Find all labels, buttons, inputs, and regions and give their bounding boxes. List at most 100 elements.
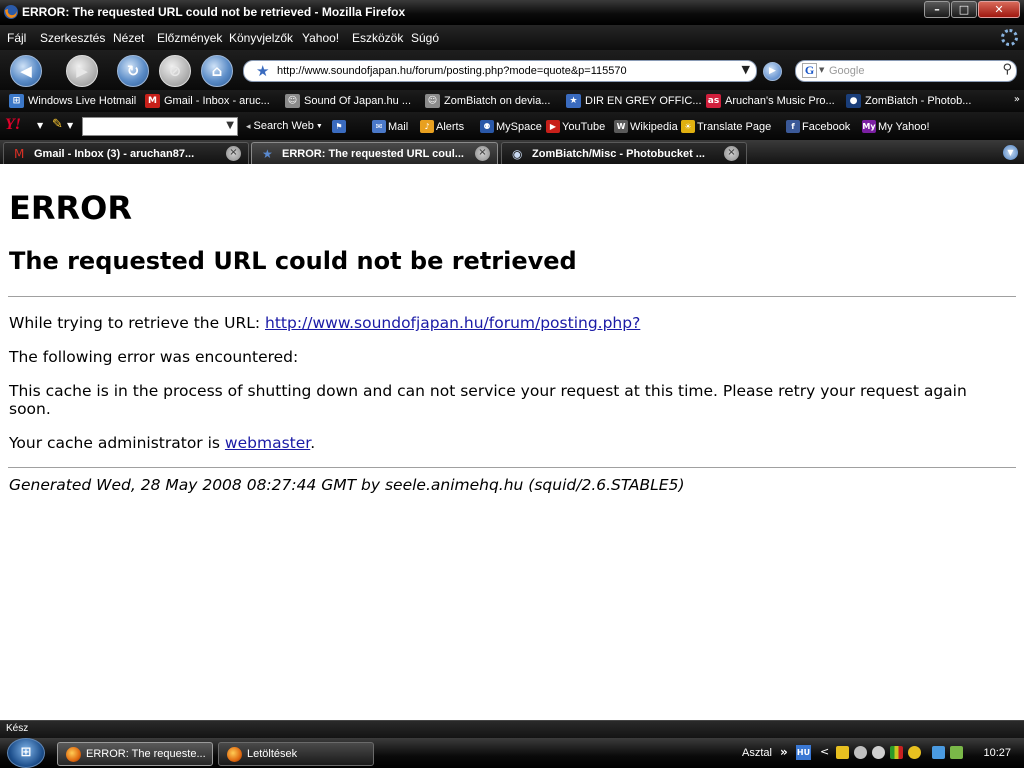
- yahoo-logo-icon[interactable]: Y!: [5, 116, 21, 134]
- tab-label: ZomBiatch/Misc - Photobucket ...: [532, 148, 705, 160]
- navigation-toolbar: ◀ ▶ ↻ ⊘ ⌂ ★ http://www.soundofjapan.hu/f…: [0, 50, 1024, 90]
- yahoo-link-myspace[interactable]: ⚉ MySpace: [480, 120, 542, 133]
- address-bar[interactable]: ★ http://www.soundofjapan.hu/forum/posti…: [243, 60, 757, 82]
- reload-button[interactable]: ↻: [117, 55, 149, 87]
- back-button[interactable]: ◀: [10, 55, 42, 87]
- gmail-icon: M: [145, 94, 160, 108]
- tab-close-icon[interactable]: ×: [475, 146, 490, 161]
- status-text: Kész: [6, 723, 29, 734]
- forward-button[interactable]: ▶: [66, 55, 98, 87]
- tab-close-icon[interactable]: ×: [226, 146, 241, 161]
- desktop-toolbar-label[interactable]: Asztal: [742, 747, 772, 759]
- star-icon: ★: [262, 147, 273, 161]
- smiley-icon[interactable]: [908, 746, 921, 759]
- yahoo-link-mail[interactable]: ✉ Mail: [372, 120, 408, 133]
- bookmark-item[interactable]: as Aruchan's Music Pro...: [706, 93, 835, 109]
- yahoo-link-facebook[interactable]: f Facebook: [786, 120, 850, 133]
- myspace-icon: ⚉: [480, 120, 494, 133]
- volume-icon[interactable]: [932, 746, 945, 759]
- menu-history[interactable]: Előzmények: [157, 31, 222, 45]
- bookmarks-toolbar: ⊞ Windows Live Hotmail M Gmail - Inbox - ar…: [0, 90, 1024, 112]
- minimize-button[interactable]: –: [924, 1, 950, 18]
- webmaster-link[interactable]: webmaster: [225, 434, 310, 452]
- tab-list-button[interactable]: ▼: [1003, 145, 1018, 160]
- taskbar-button-downloads[interactable]: Letöltések: [218, 742, 374, 766]
- yahoo-link-alerts[interactable]: ♪ Alerts: [420, 120, 464, 133]
- yahoo-link-my-yahoo[interactable]: My My Yahoo!: [862, 120, 930, 133]
- bookmark-label: Sound Of Japan.hu ...: [304, 95, 412, 107]
- bookmarks-overflow-icon[interactable]: »: [1014, 94, 1020, 105]
- stop-button[interactable]: ⊘: [159, 55, 191, 87]
- menu-edit[interactable]: Szerkesztés: [40, 31, 105, 45]
- browser-tab[interactable]: M Gmail - Inbox (3) - aruchan87... ×: [3, 142, 249, 164]
- menu-yahoo[interactable]: Yahoo!: [302, 31, 339, 45]
- pencil-dropdown-icon[interactable]: ▼: [67, 121, 73, 130]
- update-icon[interactable]: [950, 746, 963, 759]
- security-shield-icon[interactable]: [836, 746, 849, 759]
- menu-bookmarks[interactable]: Könyvjelzők: [229, 31, 293, 45]
- bookmark-item[interactable]: ⊞ Windows Live Hotmail: [9, 93, 136, 109]
- photobucket-icon: ●: [846, 94, 861, 108]
- network-icon[interactable]: [854, 746, 867, 759]
- taskbar-button-label: ERROR: The requeste...: [86, 748, 206, 760]
- menu-tools[interactable]: Eszközök: [352, 31, 403, 45]
- admin-suffix: .: [310, 434, 316, 452]
- yahoo-link-youtube[interactable]: ▶ YouTube: [546, 120, 605, 133]
- bookmark-item[interactable]: M Gmail - Inbox - aruc...: [145, 93, 270, 109]
- throbber-icon: [1001, 29, 1018, 46]
- cat-icon: ☺: [425, 94, 440, 108]
- bookmark-item[interactable]: ● ZomBiatch - Photob...: [846, 93, 971, 109]
- admin-prefix: Your cache administrator is: [9, 434, 225, 452]
- start-button[interactable]: ⊞: [7, 738, 45, 768]
- clock[interactable]: 10:27: [983, 747, 1011, 759]
- taskbar-button-firefox[interactable]: ERROR: The requeste...: [57, 742, 213, 766]
- home-button[interactable]: ⌂: [201, 55, 233, 87]
- search-box[interactable]: G ▼ Google ⚲: [795, 60, 1017, 82]
- yahoo-search-input[interactable]: ▼: [82, 117, 238, 136]
- bookmark-item[interactable]: ☺ Sound Of Japan.hu ...: [285, 93, 411, 109]
- maximize-button[interactable]: □: [951, 1, 977, 18]
- yahoo-link-label: MySpace: [496, 120, 542, 133]
- pencil-icon[interactable]: ✎: [52, 117, 63, 132]
- search-placeholder[interactable]: Google: [829, 65, 864, 77]
- search-web-button[interactable]: ◂ Search Web ▼: [246, 120, 323, 132]
- menu-file[interactable]: Fájl: [7, 31, 26, 45]
- google-icon[interactable]: G: [802, 63, 817, 78]
- error-message: This cache is in the process of shutting…: [9, 382, 967, 418]
- bookmark-label: Windows Live Hotmail: [28, 95, 137, 107]
- messenger-icon[interactable]: [872, 746, 885, 759]
- bookmark-item[interactable]: ★ DIR EN GREY OFFIC...: [566, 93, 702, 109]
- yahoo-link-translate-page[interactable]: ☀ Translate Page: [681, 120, 771, 133]
- tray-expand-icon[interactable]: <: [820, 745, 829, 758]
- cpu-meter-icon[interactable]: [890, 746, 903, 759]
- close-button[interactable]: ✕: [978, 1, 1020, 18]
- yahoo-link-label: Wikipedia: [630, 120, 678, 133]
- bookmark-label: ZomBiatch - Photob...: [865, 95, 972, 107]
- yahoo-link-label: Alerts: [436, 120, 465, 133]
- yahoo-shield-button[interactable]: ⚑: [332, 120, 348, 133]
- url-text[interactable]: http://www.soundofjapan.hu/forum/posting…: [277, 65, 627, 77]
- language-indicator[interactable]: HU: [796, 745, 811, 760]
- search-icon[interactable]: ⚲: [1002, 62, 1012, 77]
- toolbar-chevron-icon[interactable]: »: [780, 745, 788, 759]
- browser-tab[interactable]: ★ ERROR: The requested URL coul... ×: [251, 142, 498, 164]
- yahoo-toolbar: Y! ▼ ✎ ▼ ▼ ◂ Search Web ▼ ⚑ ✉ Mail ♪ Alerts…: [0, 112, 1024, 140]
- yahoo-link-wikipedia[interactable]: W Wikipedia: [614, 120, 678, 133]
- gmail-icon: M: [14, 147, 25, 161]
- bookmark-star-icon[interactable]: ★: [256, 62, 269, 80]
- tab-close-icon[interactable]: ×: [724, 146, 739, 161]
- browser-tab[interactable]: ◉ ZomBiatch/Misc - Photobucket ... ×: [501, 142, 747, 164]
- go-button[interactable]: ▶: [763, 62, 782, 81]
- yahoo-dropdown-icon[interactable]: ▼: [37, 121, 43, 130]
- yahoo-search-dropdown-icon[interactable]: ▼: [226, 120, 234, 131]
- menu-view[interactable]: Nézet: [113, 31, 144, 45]
- firefox-icon: [227, 747, 242, 762]
- menu-help[interactable]: Súgó: [411, 31, 439, 45]
- bookmark-item[interactable]: ☺ ZomBiatch on devia...: [425, 93, 550, 109]
- requested-url-link[interactable]: http://www.soundofjapan.hu/forum/posting…: [265, 314, 640, 332]
- error-subheading: The requested URL could not be retrieved: [9, 247, 577, 275]
- yahoo-link-label: Mail: [388, 120, 409, 133]
- stop-icon: ⊘: [168, 62, 182, 80]
- url-dropdown-icon[interactable]: ▼: [742, 63, 750, 76]
- engine-dropdown-icon[interactable]: ▼: [819, 66, 824, 74]
